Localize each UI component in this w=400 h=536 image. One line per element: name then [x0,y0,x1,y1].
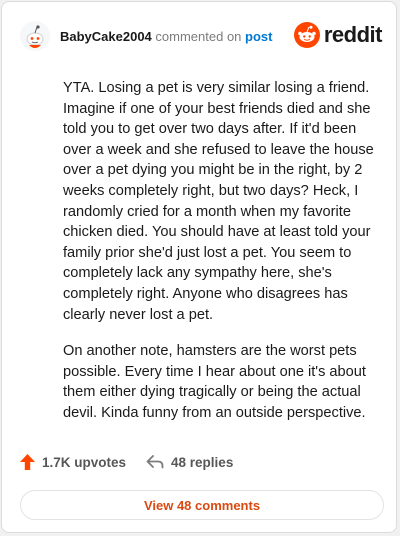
upvote-count: 1.7K upvotes [42,454,127,470]
comment-paragraph: On another note, hamsters are the worst … [63,343,366,421]
comment-meta: BabyCake2004 commented on post [60,29,273,44]
comment-card: BabyCake2004 commented on post reddit YT… [1,1,397,533]
reddit-logo-icon [293,22,320,48]
comment-actions: 1.7K upvotes 48 replies [20,454,253,470]
reddit-wordmark: reddit [323,22,383,47]
replies-button[interactable]: 48 replies [146,455,233,470]
view-comments-button[interactable]: View 48 comments [20,490,384,520]
snoo-avatar-icon [20,21,50,51]
replies-count: 48 replies [171,454,234,470]
commented-on-text: commented on [155,28,242,44]
upvote-button[interactable]: 1.7K upvotes [20,454,126,470]
reply-arrow-icon [146,455,164,469]
comment-paragraph: YTA. Losing a pet is very similar losing… [63,80,374,323]
reddit-brand[interactable]: reddit [293,22,383,48]
upvote-arrow-icon [20,454,35,470]
comment-body: YTA. Losing a pet is very similar losing… [63,78,383,440]
comment-header: BabyCake2004 commented on post reddit [20,20,383,52]
username-link[interactable]: BabyCake2004 [60,29,152,44]
post-link[interactable]: post [245,29,272,44]
avatar[interactable] [20,21,50,51]
